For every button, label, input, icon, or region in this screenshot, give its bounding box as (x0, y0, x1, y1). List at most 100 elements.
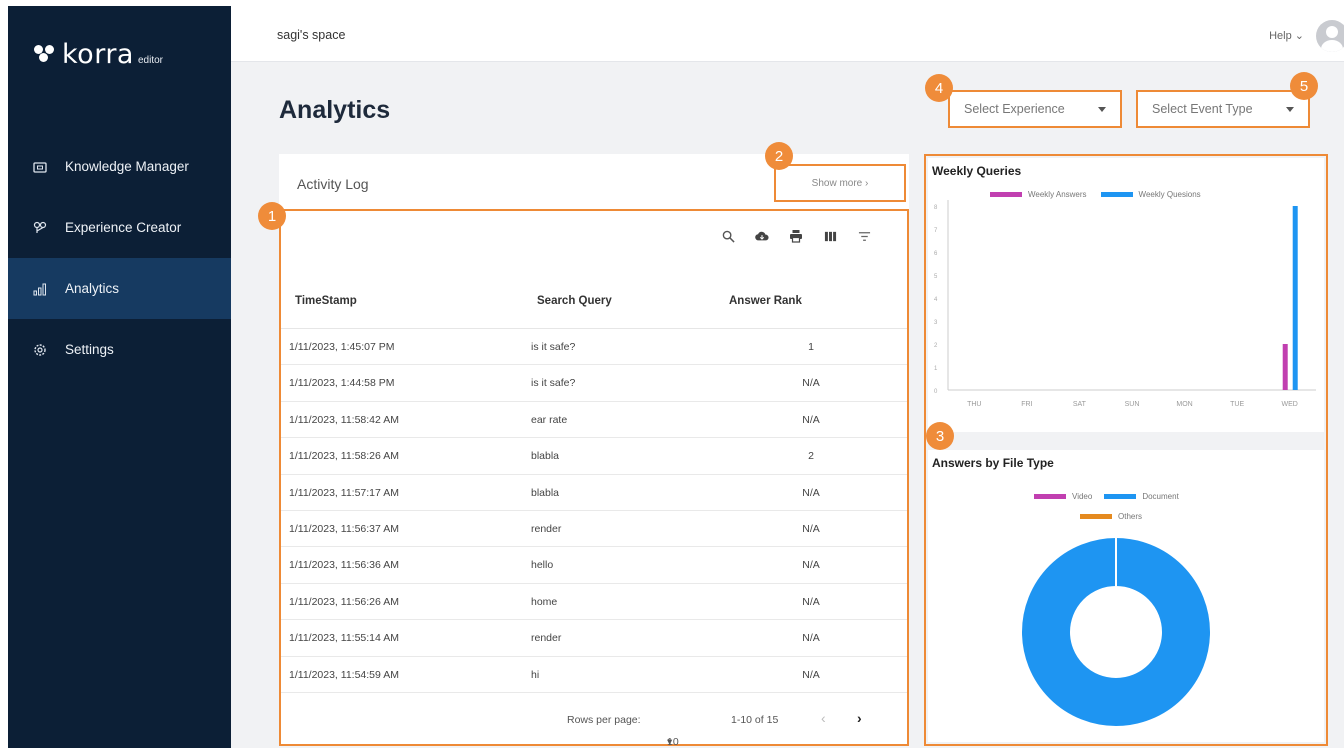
filter-icon[interactable] (857, 229, 871, 243)
cell-answer-rank: N/A (802, 413, 820, 426)
cell-answer-rank: N/A (802, 595, 820, 608)
cell-timestamp: 1/11/2023, 11:54:59 AM (289, 668, 399, 681)
sidebar-item-settings[interactable]: Settings (8, 319, 231, 380)
sidebar-item-analytics[interactable]: Analytics (8, 258, 231, 319)
x-tick-label: THU (967, 401, 981, 408)
table-row[interactable]: 1/11/2023, 11:57:17 AM blabla N/A (281, 475, 907, 511)
previous-page-icon[interactable]: ‹ (821, 710, 826, 726)
cell-timestamp: 1/11/2023, 11:57:17 AM (289, 486, 399, 499)
x-tick-label: SAT (1073, 401, 1087, 408)
answers-by-file-type-card: Answers by File Type Video Document Othe… (928, 450, 1324, 742)
bar-weekly-answers[interactable] (1282, 344, 1288, 390)
sidebar-item-label: Knowledge Manager (65, 159, 189, 174)
cell-timestamp: 1/11/2023, 11:56:36 AM (289, 559, 399, 572)
columns-icon[interactable] (823, 229, 837, 243)
cell-answer-rank: N/A (802, 668, 820, 681)
bar-weekly-questions[interactable] (1292, 206, 1298, 390)
callout-badge-4: 4 (925, 74, 953, 102)
cell-search-query: is it safe? (531, 377, 576, 390)
cell-answer-rank: 2 (808, 450, 814, 463)
y-tick-label: 1 (934, 366, 938, 372)
x-tick-label: SUN (1125, 401, 1140, 408)
table-row[interactable]: 1/11/2023, 11:58:26 AM blabla 2 (281, 438, 907, 475)
y-tick-label: 3 (934, 320, 938, 326)
chevron-down-icon: ⌄ (1294, 30, 1304, 42)
table-row[interactable]: 1/11/2023, 11:56:37 AM render N/A (281, 511, 907, 548)
cell-timestamp: 1/11/2023, 1:45:07 PM (289, 341, 395, 353)
cell-timestamp: 1/11/2023, 1:44:58 PM (289, 377, 395, 390)
x-tick-label: MON (1176, 401, 1192, 408)
folder-icon (33, 160, 47, 174)
cell-answer-rank: 1 (808, 341, 814, 353)
korra-logo-icon (34, 45, 58, 63)
rows-per-page-label: Rows per page: (567, 714, 641, 726)
brand-name: korra (62, 39, 134, 70)
user-avatar[interactable] (1316, 20, 1344, 52)
workspace-name: sagi's space (277, 28, 346, 42)
search-icon[interactable] (721, 229, 735, 243)
cell-timestamp: 1/11/2023, 11:55:14 AM (289, 632, 399, 645)
y-tick-label: 0 (934, 389, 938, 395)
bar-chart-icon (33, 282, 47, 296)
cloud-download-icon[interactable] (755, 229, 769, 243)
print-icon[interactable] (789, 229, 803, 243)
cell-answer-rank: N/A (802, 632, 820, 645)
column-header-timestamp[interactable]: TimeStamp (295, 295, 357, 307)
page-range: 1-10 of 15 (731, 714, 779, 726)
sidebar-item-label: Experience Creator (65, 220, 182, 235)
sidebar-nav: Knowledge Manager Experience Creator Ana… (8, 136, 231, 380)
select-event-type-dropdown[interactable]: Select Event Type (1136, 90, 1310, 128)
cell-timestamp: 1/11/2023, 11:56:37 AM (289, 522, 399, 535)
cell-timestamp: 1/11/2023, 11:56:26 AM (289, 595, 399, 608)
next-page-icon[interactable]: › (857, 710, 862, 726)
select-event-type-placeholder: Select Event Type (1152, 102, 1253, 116)
table-row[interactable]: 1/11/2023, 11:56:26 AM home N/A (281, 584, 907, 621)
show-more-button[interactable]: Show more › (774, 164, 906, 202)
cell-search-query: render (531, 522, 562, 535)
y-tick-label: 6 (934, 251, 938, 257)
help-label: Help (1269, 30, 1292, 42)
cell-timestamp: 1/11/2023, 11:58:42 AM (289, 413, 399, 426)
sidebar-item-knowledge-manager[interactable]: Knowledge Manager (8, 136, 231, 197)
cell-search-query: is it safe? (531, 341, 576, 353)
table-row[interactable]: 1/11/2023, 11:55:14 AM render N/A (281, 620, 907, 657)
table-row[interactable]: 1/11/2023, 1:44:58 PM is it safe? N/A (281, 365, 907, 402)
gear-icon (33, 343, 47, 357)
sidebar-item-label: Analytics (65, 281, 120, 296)
x-tick-label: WED (1282, 401, 1298, 408)
select-experience-placeholder: Select Experience (964, 102, 1065, 116)
column-header-search-query[interactable]: Search Query (537, 295, 612, 307)
table-row[interactable]: 1/11/2023, 1:45:07 PM is it safe? 1 (281, 329, 907, 366)
help-menu[interactable]: Help ⌄ (1269, 29, 1304, 42)
sidebar: korra editor Knowledge Manager Experienc… (8, 6, 231, 748)
cell-search-query: hello (531, 559, 554, 572)
y-tick-label: 8 (934, 205, 938, 211)
table-row[interactable]: 1/11/2023, 11:58:42 AM ear rate N/A (281, 402, 907, 439)
cell-search-query: blabla (531, 486, 560, 499)
x-tick-label: TUE (1230, 401, 1244, 408)
column-header-answer-rank[interactable]: Answer Rank (729, 295, 802, 307)
weekly-queries-chart: 0 1 2 3 4 5 6 7 8 THU FRI SAT SUN MON TUE WED (934, 200, 1316, 408)
charts-panel: Weekly Queries Weekly Answers Weekly Que… (924, 154, 1328, 746)
cell-search-query: hi (531, 668, 540, 681)
korra-logo[interactable]: korra editor (34, 39, 163, 70)
caret-down-icon: ▾ (667, 736, 673, 748)
select-experience-dropdown[interactable]: Select Experience (948, 90, 1122, 128)
activity-log-title: Activity Log (297, 176, 369, 192)
sidebar-item-experience-creator[interactable]: Experience Creator (8, 197, 231, 258)
caret-down-icon (1098, 106, 1106, 112)
table-row[interactable]: 1/11/2023, 11:56:36 AM hello N/A (281, 547, 907, 584)
cell-search-query: ear rate (531, 413, 568, 426)
sidebar-item-label: Settings (65, 342, 114, 357)
x-tick-label: FRI (1021, 401, 1032, 408)
table-pagination: Rows per page: 10 ▾ 1-10 of 15 ‹ › (281, 692, 907, 748)
cell-search-query: blabla (531, 450, 560, 463)
main-content: Analytics Select Experience Select Event… (231, 62, 1344, 748)
table-row[interactable]: 1/11/2023, 11:54:59 AM hi N/A (281, 657, 907, 693)
activity-log-table: TimeStamp Search Query Answer Rank 1/11/… (279, 209, 909, 748)
y-tick-label: 4 (934, 297, 938, 303)
callout-badge-5: 5 (1290, 72, 1318, 100)
page-title: Analytics (279, 96, 391, 124)
callout-badge-1: 1 (258, 202, 286, 230)
caret-down-icon (1286, 106, 1294, 112)
